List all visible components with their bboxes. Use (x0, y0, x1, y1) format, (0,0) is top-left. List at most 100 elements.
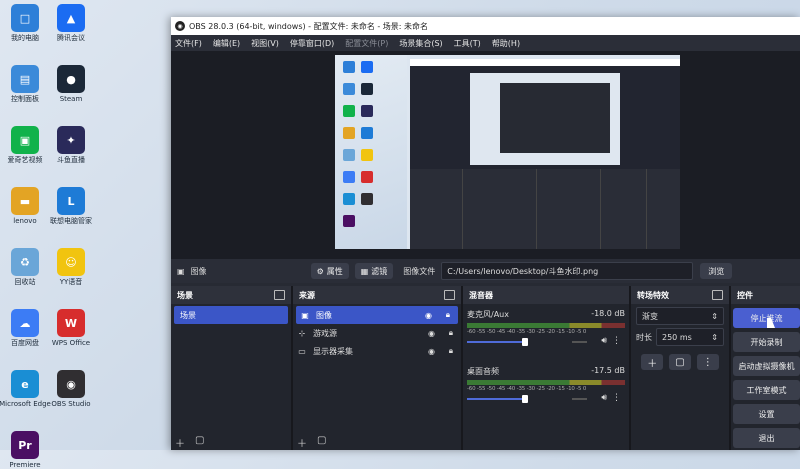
undock-icon[interactable] (274, 290, 285, 300)
control-button[interactable]: 退出 (733, 428, 800, 448)
transitions-title: 转场特效 (637, 290, 669, 300)
duration-row: 时长 250 ms ⇕ (636, 328, 724, 346)
add-transition-icon[interactable]: ＋ (641, 354, 664, 370)
eye-icon[interactable]: ◉ (425, 311, 432, 320)
desktop-icon[interactable]: ✦ 斗鱼直播 (45, 126, 97, 164)
app-icon: □ (11, 4, 39, 32)
mini-icon (343, 215, 355, 227)
app-icon: ● (57, 65, 85, 93)
desktop-icon-label: WPS Office (51, 339, 91, 347)
preview-canvas[interactable] (335, 55, 680, 249)
menu-item[interactable]: 帮助(H) (492, 38, 520, 49)
source-item-label: 游戏源 (313, 328, 337, 338)
more-options-icon[interactable]: ⋮ (696, 354, 719, 370)
trash-icon[interactable]: ▢ (317, 435, 326, 450)
desktop-icon[interactable]: ☁ 百度网盘 (0, 309, 51, 347)
source-item[interactable]: ▣ 图像 ◉ 🔒︎ (296, 306, 458, 324)
desktop-icon-label: Microsoft Edge (0, 400, 51, 408)
scene-item[interactable]: 场景 (174, 306, 288, 324)
volume-meter (467, 380, 625, 385)
mini-icon (361, 105, 373, 117)
image-file-label: 图像文件 (403, 266, 436, 276)
selected-source-name: 图像 (190, 266, 207, 276)
slider-handle[interactable] (522, 338, 528, 346)
desktop-icon[interactable]: ▤ 控制面板 (0, 65, 51, 103)
desktop-icon-label: YY语音 (59, 278, 83, 286)
menu-item[interactable]: 编辑(E) (213, 38, 240, 49)
app-icon: e (11, 370, 39, 398)
menu-bar: 文件(F) 编辑(E) 视图(V) 停靠窗口(D) 配置文件(P) 场景集合(S) 工具(T… (171, 35, 800, 51)
desktop-icon[interactable]: Pr Premiere (0, 431, 51, 469)
properties-button[interactable]: ⚙ 属性 (310, 263, 349, 279)
spin-arrows-icon: ⇕ (711, 332, 718, 342)
desktop-icon[interactable]: ▬ lenovo (0, 187, 51, 225)
menu-item[interactable]: 文件(F) (175, 38, 202, 49)
add-icon[interactable]: ＋ (297, 435, 307, 450)
eye-icon[interactable]: ◉ (428, 347, 435, 356)
speaker-icon[interactable]: 🔊︎ (601, 336, 607, 346)
source-item[interactable]: ⊹ 游戏源 ◉ 🔒︎ (293, 324, 461, 342)
lock-icon[interactable]: 🔒︎ (449, 328, 453, 338)
control-button[interactable]: 启动虚拟摄像机 (733, 356, 800, 376)
desktop-icon[interactable]: e Microsoft Edge (0, 370, 51, 408)
sources-footer: ＋ ▢ (297, 435, 326, 450)
mini-icon (361, 83, 373, 95)
desktop-icon[interactable]: ● Steam (45, 65, 97, 103)
menu-item[interactable]: 停靠窗口(D) (290, 38, 334, 49)
more-options-icon[interactable]: ⋮ (612, 336, 621, 346)
filters-button[interactable]: ▦ 滤镜 (354, 263, 394, 279)
mini-icon (343, 83, 355, 95)
control-button[interactable]: 开始录制 (733, 332, 800, 352)
undock-icon[interactable] (712, 290, 723, 300)
desktop-icon-label: OBS Studio (51, 400, 91, 408)
desktop-icon[interactable]: ▲ 腾讯会议 (45, 4, 97, 42)
desktop-icon[interactable]: W WPS Office (45, 309, 97, 347)
undock-icon[interactable] (444, 290, 455, 300)
desktop-icon-label: 回收站 (14, 278, 36, 286)
obs-window: ◉ OBS 28.0.3 (64-bit, windows) - 配置文件: 未… (171, 17, 800, 450)
app-icon: ▣ (11, 126, 39, 154)
track-db: -18.0 dB (591, 309, 625, 318)
trash-icon[interactable]: ▢ (669, 354, 691, 370)
control-button[interactable]: 设置 (733, 404, 800, 424)
more-options-icon[interactable]: ⋮ (612, 393, 621, 403)
scenes-dock: 场景 场景 ＋ ▢ (171, 286, 293, 450)
mixer-dock: 混音器 麦克风/Aux -18.0 dB -60 -55 -50 -45 -40 -… (463, 286, 631, 450)
desktop-icon[interactable]: □ 我的电脑 (0, 4, 51, 42)
speaker-icon[interactable]: 🔊︎ (601, 393, 607, 403)
source-item[interactable]: ▭ 显示器采集 ◉ 🔒︎ (293, 342, 461, 360)
image-file-path-field[interactable]: C:/Users/lenovo/Desktop/斗鱼水印.png (441, 262, 694, 280)
desktop-icon[interactable]: L 联想电脑管家 (45, 187, 97, 225)
controls-header: 控件 (731, 286, 800, 304)
desktop-icon[interactable]: ▣ 爱奇艺视频 (0, 126, 51, 164)
controls-title: 控件 (737, 290, 753, 300)
source-item-label: 图像 (316, 310, 332, 320)
menu-item[interactable]: 场景集合(S) (399, 38, 442, 49)
menu-item[interactable]: 配置文件(P) (345, 38, 388, 49)
transition-type-select[interactable]: 渐变 ⇕ (636, 307, 724, 325)
volume-meter (467, 323, 625, 328)
volume-slider[interactable]: 🔊︎ ⋮ (467, 336, 625, 347)
preview-area[interactable] (171, 51, 800, 272)
duration-input[interactable]: 250 ms ⇕ (656, 328, 724, 346)
desktop-icon-label: 爱奇艺视频 (7, 156, 43, 164)
slider-handle[interactable] (522, 395, 528, 403)
lock-icon[interactable]: 🔒︎ (446, 310, 450, 320)
filter-icon: ▦ (360, 266, 369, 276)
track-db: -17.5 dB (591, 366, 625, 375)
mini-obs-window (410, 59, 680, 249)
menu-item[interactable]: 工具(T) (454, 38, 481, 49)
trash-icon[interactable]: ▢ (195, 435, 204, 450)
volume-slider[interactable]: 🔊︎ ⋮ (467, 393, 625, 404)
browse-button[interactable]: 浏览 (700, 263, 733, 279)
eye-icon[interactable]: ◉ (428, 329, 435, 338)
menu-item[interactable]: 视图(V) (251, 38, 279, 49)
meter-scale: -60 -55 -50 -45 -40 -35 -30 -25 -20 -15 … (467, 329, 587, 335)
desktop-icon[interactable]: ♻ 回收站 (0, 248, 51, 286)
desktop-icon[interactable]: ☺ YY语音 (45, 248, 97, 286)
lock-icon[interactable]: 🔒︎ (449, 346, 453, 356)
desktop-icon[interactable]: ◉ OBS Studio (45, 370, 97, 408)
gamepad-icon: ⊹ (298, 328, 306, 338)
control-button[interactable]: 工作室模式 (733, 380, 800, 400)
add-icon[interactable]: ＋ (175, 435, 185, 450)
